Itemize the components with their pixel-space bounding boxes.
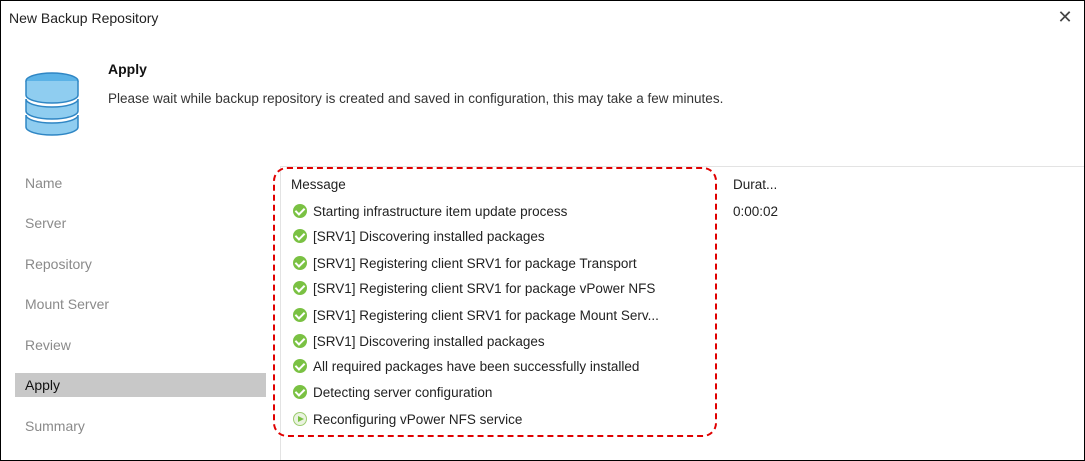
log-message: [SRV1] Discovering installed packages bbox=[313, 333, 545, 349]
log-row: [SRV1] Discovering installed packages bbox=[293, 331, 545, 351]
title-bar: New Backup Repository ✕ bbox=[1, 1, 1084, 35]
log-row: Starting infrastructure item update proc… bbox=[293, 201, 567, 221]
step-name[interactable]: Name bbox=[15, 171, 266, 195]
log-row: [SRV1] Registering client SRV1 for packa… bbox=[293, 305, 659, 325]
success-check-icon bbox=[293, 334, 307, 348]
wizard-steps: Name Server Repository Mount Server Revi… bbox=[1, 161, 266, 460]
column-header-duration[interactable]: Durat... bbox=[733, 177, 777, 192]
success-check-icon bbox=[293, 385, 307, 399]
log-row: [SRV1] Registering client SRV1 for packa… bbox=[293, 278, 655, 298]
dialog-window: New Backup Repository ✕ Apply Please wai… bbox=[0, 0, 1085, 461]
step-description: Please wait while backup repository is c… bbox=[108, 91, 724, 106]
success-check-icon bbox=[293, 281, 307, 295]
log-message: [SRV1] Discovering installed packages bbox=[313, 228, 545, 244]
log-row: Reconfiguring vPower NFS service bbox=[293, 409, 522, 429]
log-message: [SRV1] Registering client SRV1 for packa… bbox=[313, 255, 637, 271]
log-message: Detecting server configuration bbox=[313, 384, 493, 400]
step-repository[interactable]: Repository bbox=[15, 252, 266, 276]
step-mount-server[interactable]: Mount Server bbox=[15, 292, 266, 316]
database-icon bbox=[25, 72, 79, 136]
success-check-icon bbox=[293, 359, 307, 373]
log-row: Detecting server configuration bbox=[293, 382, 492, 402]
log-message: [SRV1] Registering client SRV1 for packa… bbox=[313, 307, 659, 323]
window-title: New Backup Repository bbox=[9, 10, 159, 26]
log-message: Starting infrastructure item update proc… bbox=[313, 203, 568, 219]
log-row: [SRV1] Registering client SRV1 for packa… bbox=[293, 253, 637, 273]
success-check-icon bbox=[293, 308, 307, 322]
step-server[interactable]: Server bbox=[15, 211, 266, 235]
log-message: All required packages have been successf… bbox=[313, 358, 640, 374]
column-header-message[interactable]: Message bbox=[291, 177, 346, 192]
step-title: Apply bbox=[108, 61, 147, 77]
success-check-icon bbox=[293, 256, 307, 270]
success-check-icon bbox=[293, 229, 307, 243]
step-summary[interactable]: Summary bbox=[15, 414, 266, 438]
log-duration: 0:00:02 bbox=[733, 204, 779, 219]
step-review[interactable]: Review bbox=[15, 333, 266, 357]
in-progress-icon bbox=[293, 412, 307, 426]
log-message: Reconfiguring vPower NFS service bbox=[313, 411, 523, 427]
log-row: [SRV1] Discovering installed packages bbox=[293, 226, 545, 246]
log-message: [SRV1] Registering client SRV1 for packa… bbox=[313, 280, 656, 296]
close-icon[interactable]: ✕ bbox=[1054, 5, 1076, 29]
log-row: All required packages have been successf… bbox=[293, 356, 639, 376]
step-apply[interactable]: Apply bbox=[15, 373, 266, 397]
success-check-icon bbox=[293, 204, 307, 218]
